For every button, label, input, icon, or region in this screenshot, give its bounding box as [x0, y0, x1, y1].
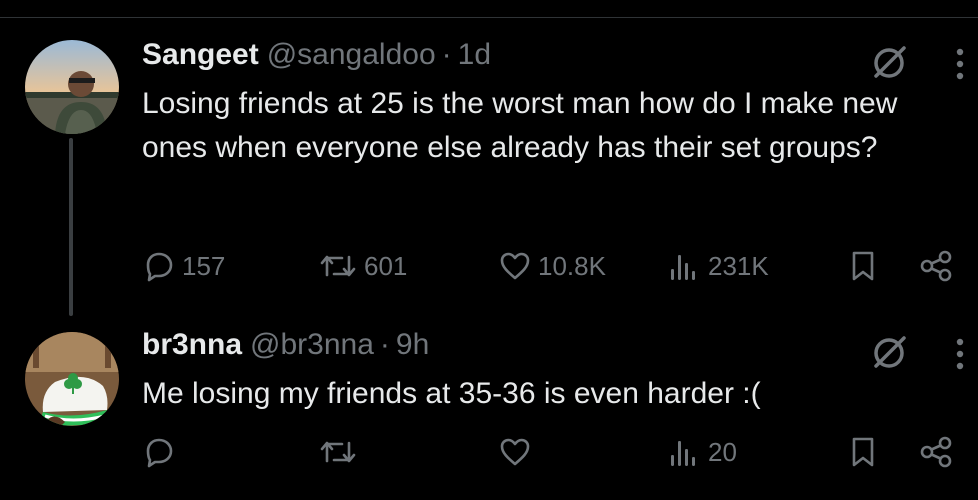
grok-icon[interactable]: [868, 42, 910, 84]
timestamp[interactable]: 1d: [458, 38, 491, 72]
bookmark-icon: [848, 249, 878, 283]
reply-button[interactable]: [142, 432, 182, 472]
tweet-header: br3nna @br3nna · 9h: [142, 328, 429, 362]
like-icon: [498, 249, 532, 283]
bookmark-icon: [848, 435, 878, 469]
share-icon: [918, 435, 954, 469]
repost-icon: [318, 249, 358, 283]
avatar-br3nna[interactable]: [25, 332, 119, 426]
share-button[interactable]: [918, 432, 954, 472]
like-count: 10.8K: [538, 250, 606, 281]
reply-count: 157: [182, 250, 226, 281]
more-icon[interactable]: [950, 334, 970, 374]
views-icon: [668, 249, 702, 283]
grok-icon[interactable]: [868, 332, 910, 374]
handle[interactable]: @br3nna: [250, 328, 374, 362]
tweet-actions: 157 601 10.8K 231K: [142, 246, 972, 286]
like-button[interactable]: 10.8K: [498, 246, 606, 286]
like-button[interactable]: [498, 432, 538, 472]
views-icon: [668, 435, 702, 469]
top-divider: [0, 17, 978, 18]
handle[interactable]: @sangaldoo: [267, 38, 436, 72]
display-name[interactable]: br3nna: [142, 328, 242, 362]
views-button[interactable]: 231K: [668, 246, 769, 286]
thread-line: [69, 138, 73, 316]
repost-icon: [318, 435, 358, 469]
views-count: 231K: [708, 250, 769, 281]
like-icon: [498, 435, 532, 469]
reply-icon: [142, 435, 176, 469]
tweet-header: Sangeet @sangaldoo · 1d: [142, 38, 491, 72]
repost-count: 601: [364, 250, 408, 281]
avatar-sangeet[interactable]: [25, 40, 119, 134]
repost-button[interactable]: [318, 432, 364, 472]
tweet-text: Me losing my friends at 35-36 is even ha…: [142, 377, 761, 410]
views-count: 20: [708, 436, 737, 467]
display-name[interactable]: Sangeet: [142, 38, 259, 72]
reply-icon: [142, 249, 176, 283]
share-icon: [918, 249, 954, 283]
tweet-actions: 20: [142, 432, 972, 472]
timestamp[interactable]: 9h: [396, 328, 429, 362]
bookmark-button[interactable]: [848, 246, 878, 286]
views-button[interactable]: 20: [668, 432, 737, 472]
more-icon[interactable]: [950, 44, 970, 84]
bookmark-button[interactable]: [848, 432, 878, 472]
reply-button[interactable]: 157: [142, 246, 225, 286]
separator-dot: ·: [441, 38, 452, 71]
share-button[interactable]: [918, 246, 954, 286]
separator-dot: ·: [379, 328, 390, 361]
repost-button[interactable]: 601: [318, 246, 407, 286]
tweet-text: Losing friends at 25 is the worst man ho…: [142, 87, 898, 164]
